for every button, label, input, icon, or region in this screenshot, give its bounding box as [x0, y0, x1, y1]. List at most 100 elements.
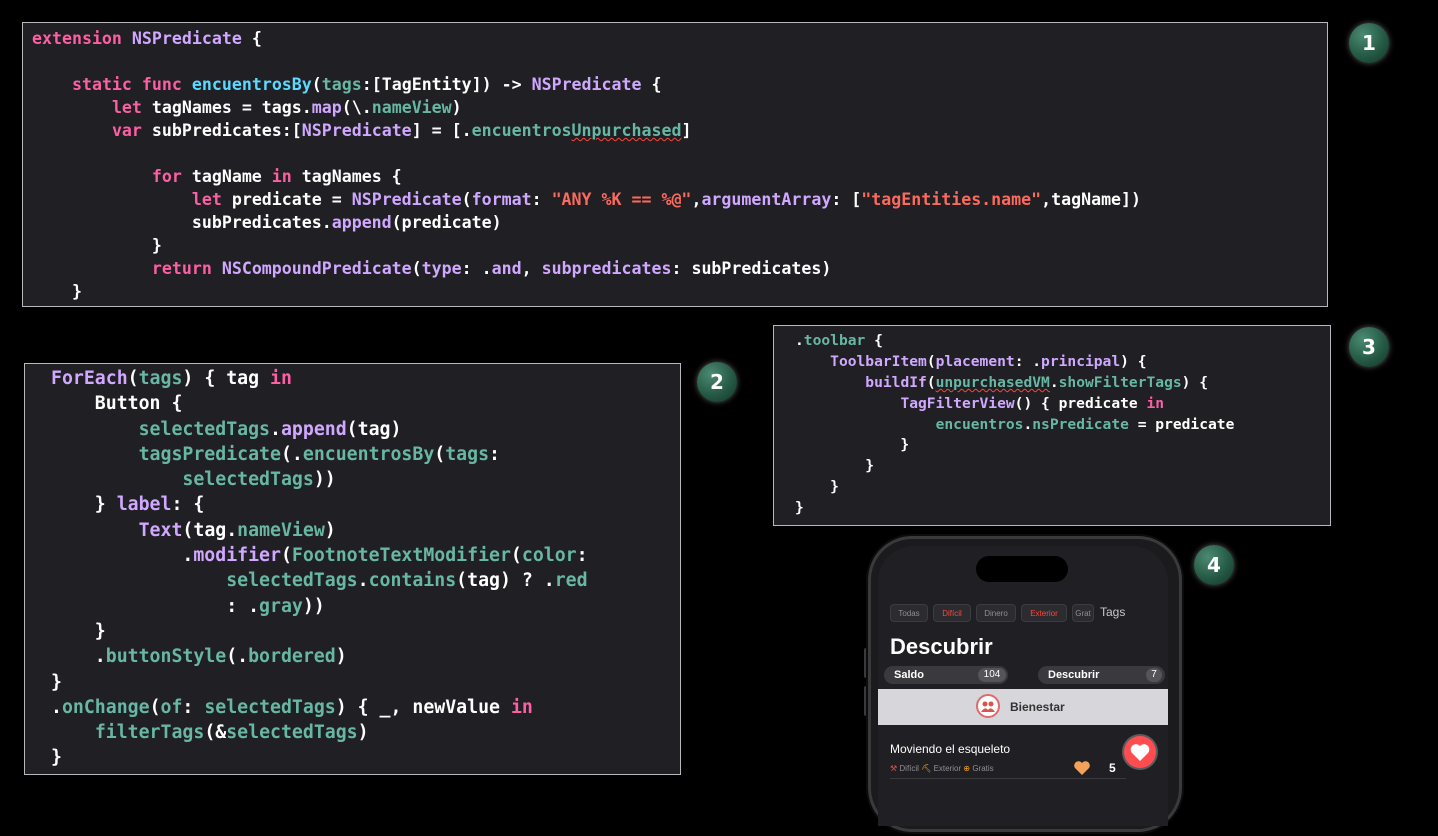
descubrir-label: Descubrir — [1048, 669, 1100, 681]
code-token: modifier — [193, 545, 281, 567]
code-token: : { — [171, 494, 205, 516]
code-token: NSPredicate — [301, 121, 412, 140]
code-token: )) — [313, 469, 336, 491]
code-line: } — [51, 619, 588, 644]
code-token: selectedTags — [182, 469, 314, 491]
code-token: nameView — [371, 98, 452, 117]
code-token: ( — [411, 259, 422, 278]
list-item-meta: ⚒ Difícil ⛏ Exterior ⊕ Gratis — [890, 764, 994, 773]
code-token: filterTags — [94, 722, 205, 744]
code-token: (. — [280, 443, 303, 465]
code-token: } — [795, 436, 910, 454]
code-token: return — [151, 259, 212, 278]
tags-nav-label[interactable]: Tags — [1100, 605, 1125, 619]
code-token: . — [1023, 415, 1033, 433]
code-line: } — [32, 234, 1141, 257]
code-token: tagName — [181, 167, 272, 186]
code-line: var subPredicates:[NSPredicate] = [.encu… — [32, 119, 1141, 142]
code-token: NSPredicate — [351, 190, 462, 209]
code-token: toolbar — [803, 332, 866, 349]
code-block-foreach: ForEach(tags) { tag in Button { selected… — [51, 366, 588, 771]
code-token: . — [51, 646, 106, 668]
code-token: buildIf — [865, 373, 927, 391]
code-token: TagFilterView — [900, 394, 1015, 412]
code-token: ( — [434, 443, 446, 465]
difficulty-icon: ⚒ — [890, 764, 898, 773]
code-line: Text(tag.nameView) — [51, 518, 588, 543]
banner-label: Bienestar — [1010, 700, 1065, 714]
list-item[interactable]: Moviendo el esqueleto ⚒ Difícil ⛏ Exteri… — [878, 736, 1168, 826]
saldo-pill[interactable]: Saldo 104 — [884, 666, 1008, 684]
code-token: red — [554, 570, 588, 592]
code-token: append — [331, 213, 392, 232]
descubrir-pill[interactable]: Descubrir 7 — [1038, 666, 1165, 684]
filter-chip-todas[interactable]: Todas — [890, 604, 928, 622]
code-token: contains — [368, 570, 457, 592]
code-token: tagsPredicate — [138, 443, 281, 465]
code-token: ,tagName]) — [1041, 190, 1142, 209]
code-token: principal — [1041, 352, 1121, 370]
code-line: buildIf(unpurchasedVM.showFilterTags) { — [795, 373, 1234, 394]
favorite-button[interactable] — [1124, 736, 1156, 768]
code-line: } — [51, 670, 588, 695]
code-token: ( — [280, 545, 292, 567]
code-line: : .gray)) — [51, 594, 588, 619]
code-token: , — [521, 259, 542, 278]
code-token: ( — [311, 75, 322, 94]
code-token: ) — [324, 519, 336, 541]
code-token: extension — [32, 29, 122, 48]
code-block-nspredicate: extension NSPredicate { static func encu… — [32, 27, 1141, 303]
code-token: : — [531, 190, 552, 209]
meta-difficulty: Difícil — [899, 764, 919, 773]
code-token: selectedTags — [226, 722, 358, 744]
code-line: } — [51, 745, 588, 770]
bienestar-icon — [976, 694, 1000, 718]
code-token: { — [641, 75, 662, 94]
saldo-count: 104 — [978, 668, 1006, 682]
code-token: : . — [1014, 352, 1042, 370]
code-token: : — [576, 545, 588, 567]
code-token: tagNames = tags. — [141, 98, 312, 117]
filter-chip-dificil[interactable]: Difícil — [933, 604, 971, 622]
step-badge-3: 3 — [1349, 327, 1389, 367]
code-token: : [ — [831, 190, 862, 209]
code-token: ( — [461, 190, 472, 209]
code-token: Text — [138, 519, 183, 541]
code-token: Button { — [51, 393, 183, 415]
code-line: subPredicates.append(predicate) — [32, 211, 1141, 234]
code-token: Unpurchased — [571, 121, 682, 140]
code-token: NSCompoundPredicate — [221, 259, 412, 278]
filter-chip-exterior[interactable]: Exterior — [1021, 604, 1067, 622]
code-token: gray — [259, 595, 303, 617]
code-token: for — [151, 167, 182, 186]
heart-counter-icon — [1073, 760, 1091, 776]
filter-chip-gratis[interactable]: Grat — [1072, 604, 1094, 622]
code-token: of — [160, 696, 183, 718]
dynamic-island — [976, 556, 1068, 582]
code-token: (tag) ? . — [456, 570, 555, 592]
category-banner[interactable]: Bienestar — [878, 689, 1168, 725]
code-token: () { predicate — [1014, 394, 1147, 412]
code-token: ForEach — [51, 368, 128, 389]
code-token: ) { — [1181, 373, 1209, 391]
code-token: append — [280, 418, 347, 440]
filter-chip-dinero[interactable]: Dinero — [976, 604, 1016, 622]
code-line: } — [795, 435, 1234, 456]
code-token: "tagEntities.name" — [861, 190, 1042, 209]
step-badge-4: 4 — [1194, 545, 1234, 585]
code-token: } — [32, 282, 82, 301]
code-token: ( — [926, 352, 936, 370]
code-token: } — [32, 236, 162, 255]
code-token: . — [51, 545, 194, 567]
code-token: (predicate) — [391, 213, 502, 232]
code-line: selectedTags.append(tag) — [51, 417, 588, 442]
